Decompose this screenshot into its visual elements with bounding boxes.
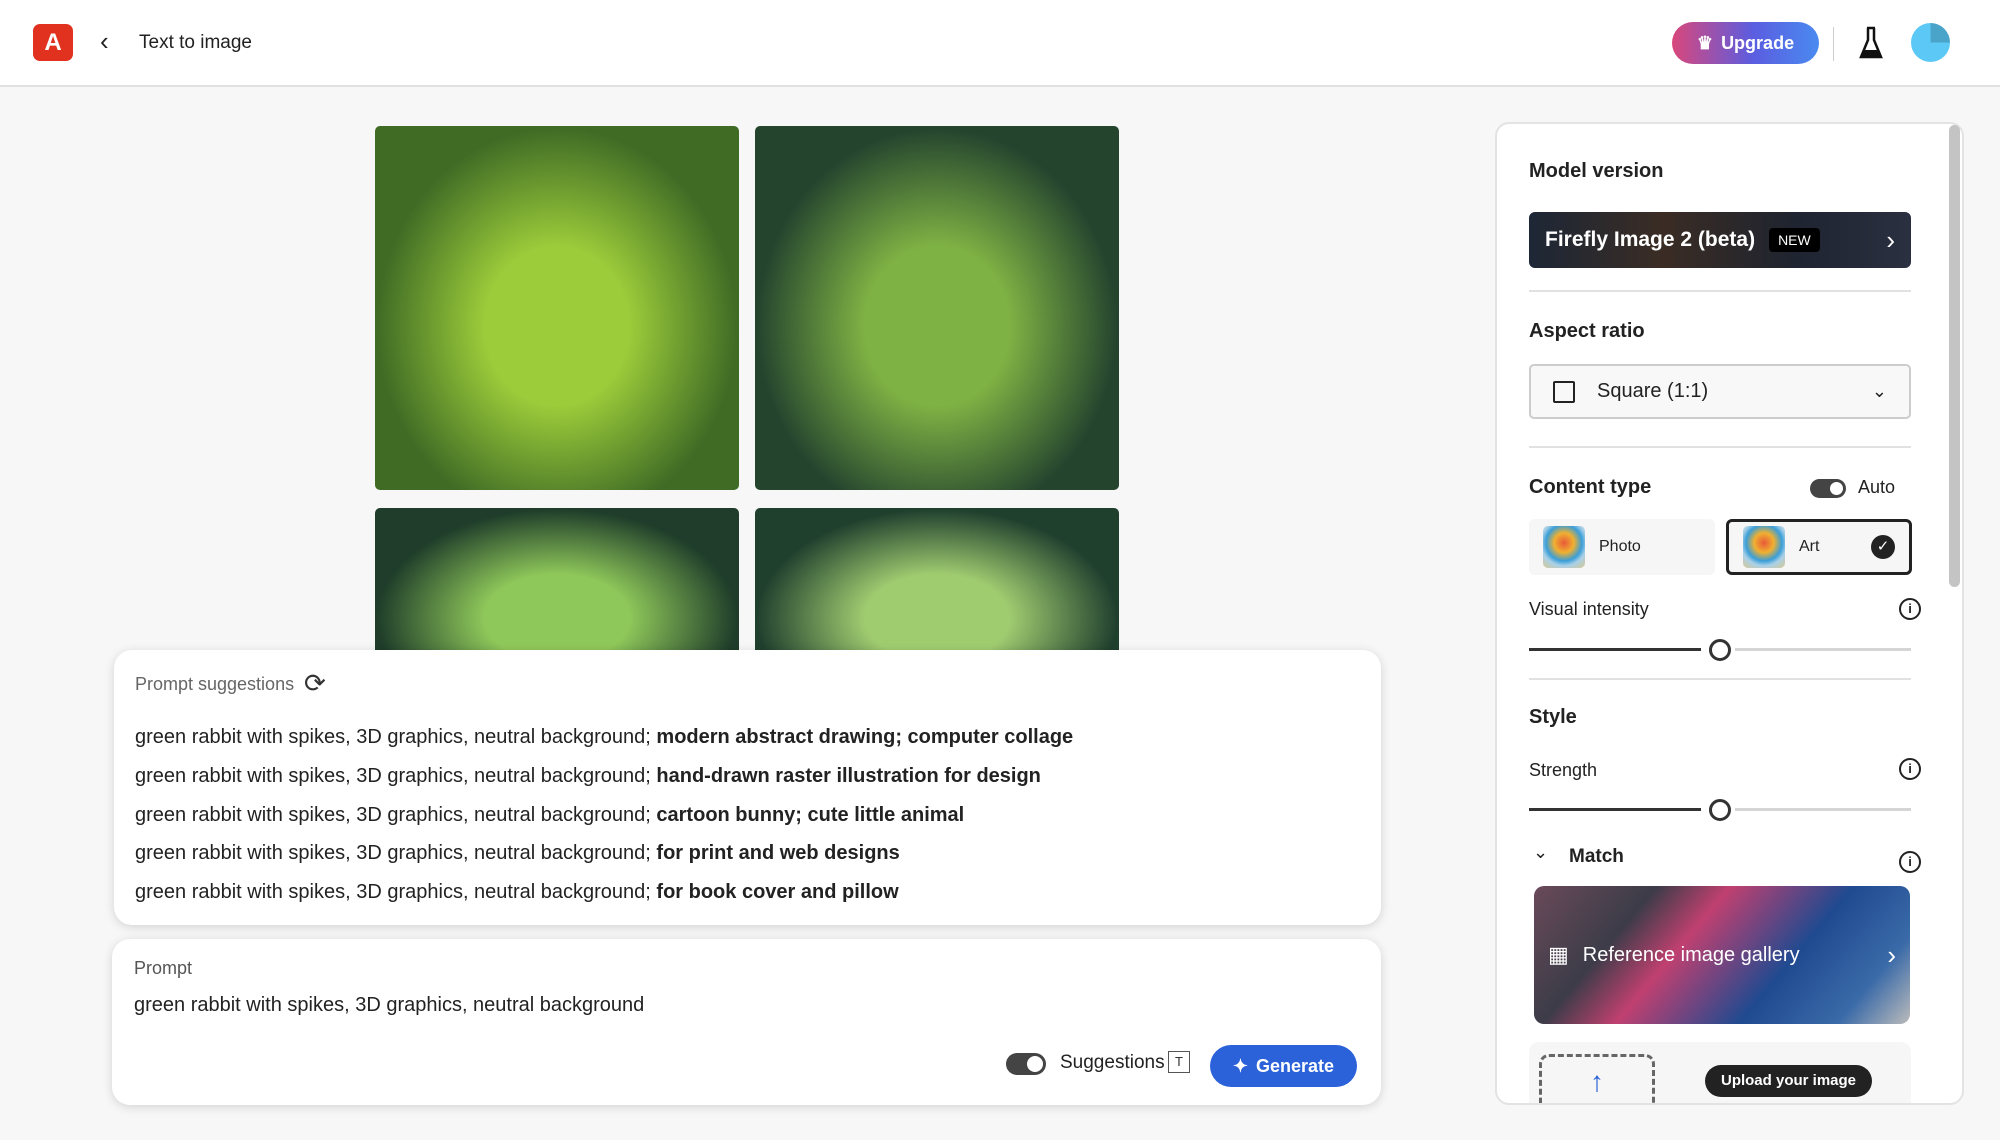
content-type-photo[interactable]: Photo <box>1529 519 1715 575</box>
suggestion-item[interactable]: green rabbit with spikes, 3D graphics, n… <box>135 726 1073 749</box>
auto-toggle[interactable] <box>1810 479 1846 498</box>
sparkle-edit-icon: ✦ <box>1232 1055 1249 1076</box>
back-chevron-icon[interactable]: ‹ <box>100 26 109 57</box>
prompt-label: Prompt <box>134 958 193 978</box>
suggestions-toggle[interactable] <box>1006 1053 1046 1075</box>
chevron-right-icon: › <box>1887 939 1896 970</box>
prompt-input[interactable]: green rabbit with spikes, 3D graphics, n… <box>134 994 644 1017</box>
suggestion-extra: modern abstract drawing; computer collag… <box>656 726 1074 748</box>
refresh-icon[interactable]: ⟳ <box>304 668 326 699</box>
generated-image-2[interactable] <box>755 126 1119 490</box>
art-thumbnail <box>1743 526 1785 568</box>
generate-label: Generate <box>1256 1055 1335 1076</box>
upgrade-button[interactable]: ♛ Upgrade <box>1672 22 1819 64</box>
aspect-ratio-dropdown[interactable]: Square (1:1) ⌄ <box>1529 364 1911 419</box>
info-icon[interactable]: i <box>1899 851 1921 873</box>
upgrade-label: Upgrade <box>1721 32 1795 53</box>
art-label: Art <box>1799 538 1820 555</box>
divider <box>1529 678 1911 680</box>
upload-image-button[interactable]: Upload your image <box>1705 1065 1872 1097</box>
prompt-panel: Prompt green rabbit with spikes, 3D grap… <box>112 939 1381 1105</box>
suggestion-base: green rabbit with spikes, 3D graphics, n… <box>135 842 657 864</box>
chevron-down-icon[interactable]: ⌄ <box>1533 842 1548 863</box>
divider <box>1529 446 1911 448</box>
header-divider <box>1833 27 1834 61</box>
slider-thumb[interactable] <box>1709 799 1731 821</box>
crown-icon: ♛ <box>1696 32 1714 53</box>
chevron-down-icon: ⌄ <box>1871 381 1887 401</box>
style-title: Style <box>1529 706 1577 728</box>
suggestion-item[interactable]: green rabbit with spikes, 3D graphics, n… <box>135 881 899 904</box>
top-bar: A ‹ Text to image ♛ Upgrade <box>0 0 2000 87</box>
text-check-icon[interactable]: T <box>1168 1051 1190 1073</box>
suggestion-extra: for book cover and pillow <box>656 881 899 903</box>
suggestion-item[interactable]: green rabbit with spikes, 3D graphics, n… <box>135 765 1041 788</box>
visual-intensity-slider[interactable] <box>1529 639 1911 661</box>
suggestions-label: Suggestions <box>1060 1052 1165 1073</box>
gallery-label: Reference image gallery <box>1582 943 1800 966</box>
suggestion-base: green rabbit with spikes, 3D graphics, n… <box>135 804 657 826</box>
suggestion-extra: for print and web designs <box>656 842 900 864</box>
generated-image-1[interactable] <box>375 126 739 490</box>
auto-label: Auto <box>1858 477 1896 497</box>
avatar[interactable] <box>1911 23 1950 62</box>
slider-thumb[interactable] <box>1709 639 1731 661</box>
photo-label: Photo <box>1599 538 1641 555</box>
aspect-ratio-value: Square (1:1) <box>1597 380 1709 402</box>
divider <box>1529 290 1911 292</box>
reference-image-gallery[interactable]: ▦ Reference image gallery › <box>1534 886 1910 1024</box>
flask-icon[interactable] <box>1858 26 1884 60</box>
settings-panel: Model version Firefly Image 2 (beta) NEW… <box>1495 122 1964 1105</box>
suggestion-extra: cartoon bunny; cute little animal <box>656 804 965 826</box>
suggestions-title: Prompt suggestions <box>135 674 295 694</box>
match-label[interactable]: Match <box>1569 846 1624 868</box>
suggestion-base: green rabbit with spikes, 3D graphics, n… <box>135 726 657 748</box>
chevron-right-icon: › <box>1886 224 1895 255</box>
checkmark-icon: ✓ <box>1871 535 1895 559</box>
new-badge: NEW <box>1769 228 1820 252</box>
model-version-title: Model version <box>1529 160 1664 182</box>
page-title: Text to image <box>139 32 252 53</box>
strength-slider[interactable] <box>1529 799 1911 821</box>
suggestion-base: green rabbit with spikes, 3D graphics, n… <box>135 765 657 787</box>
strength-label: Strength <box>1529 760 1598 780</box>
model-version-selector[interactable]: Firefly Image 2 (beta) NEW › <box>1529 212 1911 268</box>
suggestion-item[interactable]: green rabbit with spikes, 3D graphics, n… <box>135 804 964 827</box>
content-type-art[interactable]: Art ✓ <box>1726 519 1912 575</box>
prompt-suggestions-panel: Prompt suggestions ⟳ green rabbit with s… <box>114 650 1381 925</box>
upload-icon[interactable]: ↑ <box>1539 1054 1655 1103</box>
info-icon[interactable]: i <box>1899 598 1921 620</box>
generate-button[interactable]: ✦ Generate <box>1210 1045 1357 1087</box>
aspect-ratio-title: Aspect ratio <box>1529 320 1645 342</box>
adobe-logo[interactable]: A <box>33 24 73 61</box>
photo-thumbnail <box>1543 526 1585 568</box>
content-type-title: Content type <box>1529 476 1652 498</box>
grid-icon: ▦ <box>1548 942 1569 967</box>
upload-area[interactable]: ↑ Upload your image <box>1529 1042 1911 1103</box>
scrollbar[interactable] <box>1949 125 1960 587</box>
info-icon[interactable]: i <box>1899 758 1921 780</box>
suggestion-base: green rabbit with spikes, 3D graphics, n… <box>135 881 657 903</box>
suggestion-item[interactable]: green rabbit with spikes, 3D graphics, n… <box>135 842 900 865</box>
suggestion-extra: hand-drawn raster illustration for desig… <box>656 765 1041 787</box>
model-name: Firefly Image 2 (beta) <box>1545 228 1756 251</box>
square-icon <box>1553 380 1575 403</box>
visual-intensity-label: Visual intensity <box>1529 599 1649 619</box>
